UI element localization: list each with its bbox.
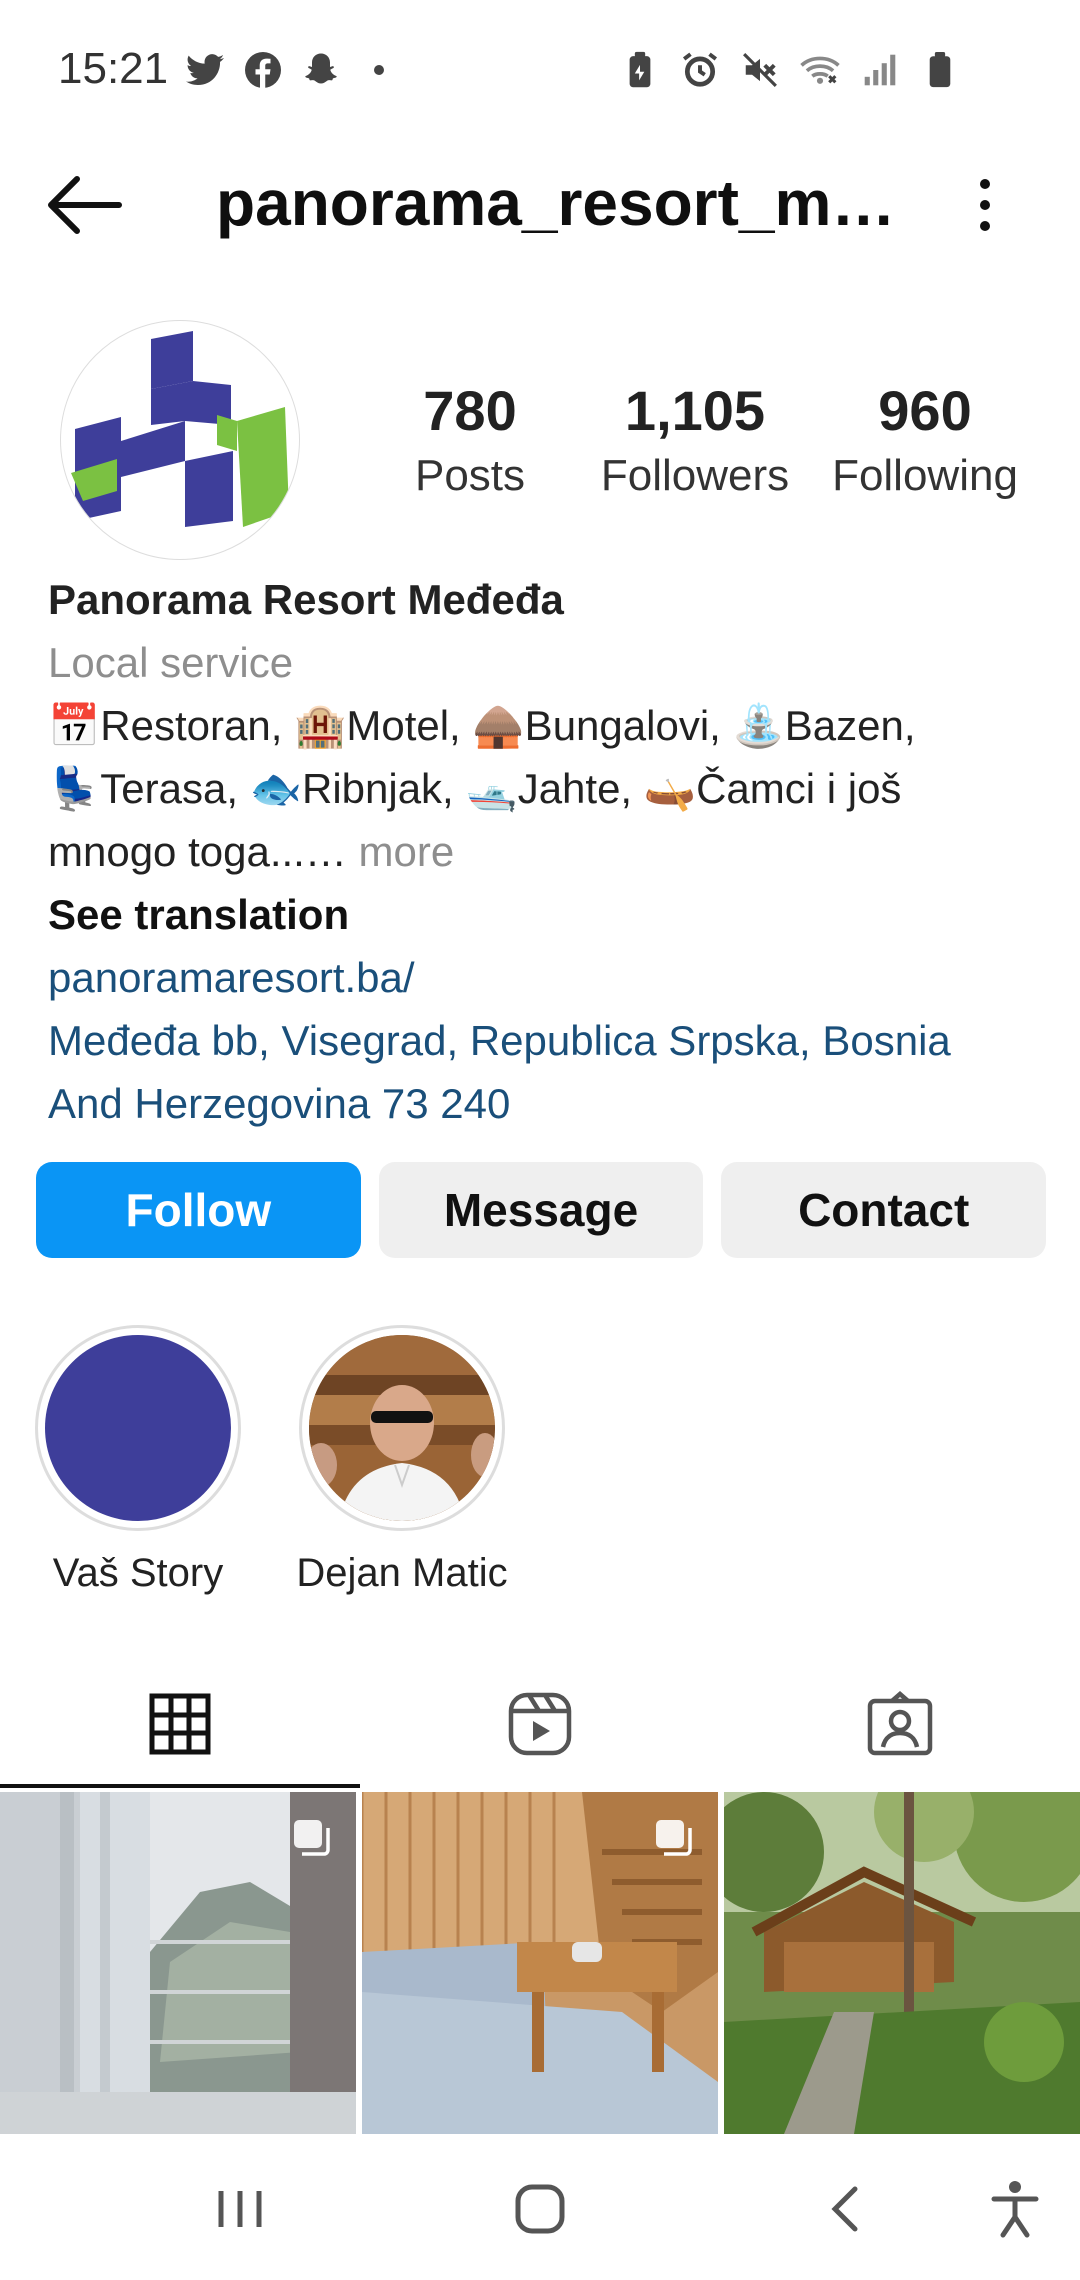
facebook-icon	[243, 50, 283, 90]
follow-button[interactable]: Follow	[36, 1162, 361, 1258]
address-line-1: Međeđa bb, Visegrad, Republica Srpska, B…	[48, 1017, 951, 1064]
status-time: 15:21	[58, 44, 169, 93]
resort-logo	[71, 331, 289, 527]
accessibility-button[interactable]	[980, 2174, 1050, 2244]
followers-count: 1,105	[624, 379, 766, 442]
posts-stat[interactable]: 780 Posts	[400, 378, 540, 501]
profile-tabs	[0, 1660, 1080, 1788]
carousel-icon	[294, 1820, 330, 1856]
arrow-left-icon	[48, 176, 122, 234]
twitter-icon	[185, 50, 225, 90]
profile-category: Local service	[48, 639, 294, 686]
alarm-icon	[680, 50, 720, 90]
highlight-cover-photo	[309, 1335, 495, 1521]
more-vert-icon	[980, 179, 990, 189]
profile-actions: Follow Message Contact	[36, 1162, 1047, 1258]
carousel-icon	[656, 1820, 692, 1856]
more-options-button[interactable]	[960, 170, 1010, 240]
profile-avatar[interactable]	[60, 320, 300, 560]
battery-saver-icon	[620, 50, 660, 90]
highlight-label: Vaš Story	[52, 1551, 224, 1595]
website-link[interactable]: panoramaresort.ba/	[48, 946, 1048, 1009]
see-translation-link[interactable]: See translation	[48, 883, 1048, 946]
bio-line-2: 💺Terasa, 🐟Ribnjak, 🛥️Jahte, 🛶Čamci i još	[48, 765, 902, 812]
signal-icon	[860, 50, 900, 90]
following-label: Following	[832, 451, 1018, 500]
reels-icon	[508, 1692, 572, 1756]
highlight-dejan-matic[interactable]: Dejan Matic	[294, 1325, 510, 1596]
story-highlights: Vaš Story Dejan Matic	[30, 1325, 510, 1596]
back-nav-button[interactable]	[810, 2174, 880, 2244]
tab-tagged[interactable]	[720, 1660, 1080, 1788]
dot-icon	[359, 50, 399, 90]
home-button[interactable]	[505, 2174, 575, 2244]
recent-apps-icon	[218, 2191, 262, 2227]
mute-icon	[740, 50, 780, 90]
recent-apps-button[interactable]	[205, 2174, 275, 2244]
bio-line-3: mnogo toga...…	[48, 828, 347, 875]
followers-label: Followers	[600, 451, 790, 500]
highlight-label: Dejan Matic	[296, 1551, 508, 1595]
highlight-vas-story[interactable]: Vaš Story	[30, 1325, 246, 1596]
status-bar: 15:21	[0, 0, 1080, 140]
posts-label: Posts	[414, 451, 526, 500]
profile-username: panorama_resort_me…	[216, 167, 896, 239]
grid-icon	[149, 1693, 211, 1755]
post-grid	[0, 1792, 1080, 2134]
profile-stats: 780 Posts 1,105 Followers 960 Following	[400, 378, 1030, 501]
profile-header: panorama_resort_me…	[0, 150, 1080, 260]
posts-count: 780	[423, 379, 517, 442]
bio-line-1: 📅Restoran, 🏨Motel, 🛖Bungalovi, ⛲Bazen,	[48, 702, 916, 749]
highlight-cover	[45, 1335, 231, 1521]
accessibility-icon	[991, 2181, 1039, 2238]
post-thumbnail[interactable]	[0, 1792, 356, 2134]
following-stat[interactable]: 960 Following	[820, 378, 1030, 501]
post-thumbnail[interactable]	[362, 1792, 718, 2134]
back-button[interactable]	[45, 172, 125, 238]
tab-reels[interactable]	[360, 1660, 720, 1788]
home-icon	[515, 2184, 565, 2234]
post-thumbnail[interactable]	[724, 1792, 1080, 2134]
profile-display-name: Panorama Resort Međeđa	[48, 576, 564, 623]
message-button[interactable]: Message	[378, 1162, 704, 1258]
contact-button[interactable]: Contact	[721, 1162, 1047, 1258]
chevron-left-icon	[831, 2186, 858, 2232]
wifi-icon	[800, 50, 840, 90]
battery-icon	[920, 50, 960, 90]
bio-more-link[interactable]: more	[347, 828, 455, 875]
profile-bio: Panorama Resort Međeđa Local service 📅Re…	[48, 568, 1048, 1135]
tab-grid[interactable]	[0, 1660, 360, 1788]
tagged-icon	[867, 1691, 933, 1756]
following-count: 960	[878, 379, 972, 442]
snapchat-icon	[301, 50, 341, 90]
address-line-2: And Herzegovina 73 240	[48, 1080, 511, 1127]
address-link[interactable]: Međeđa bb, Visegrad, Republica Srpska, B…	[48, 1009, 1048, 1135]
system-nav-bar	[0, 2134, 1080, 2280]
followers-stat[interactable]: 1,105 Followers	[590, 378, 800, 501]
